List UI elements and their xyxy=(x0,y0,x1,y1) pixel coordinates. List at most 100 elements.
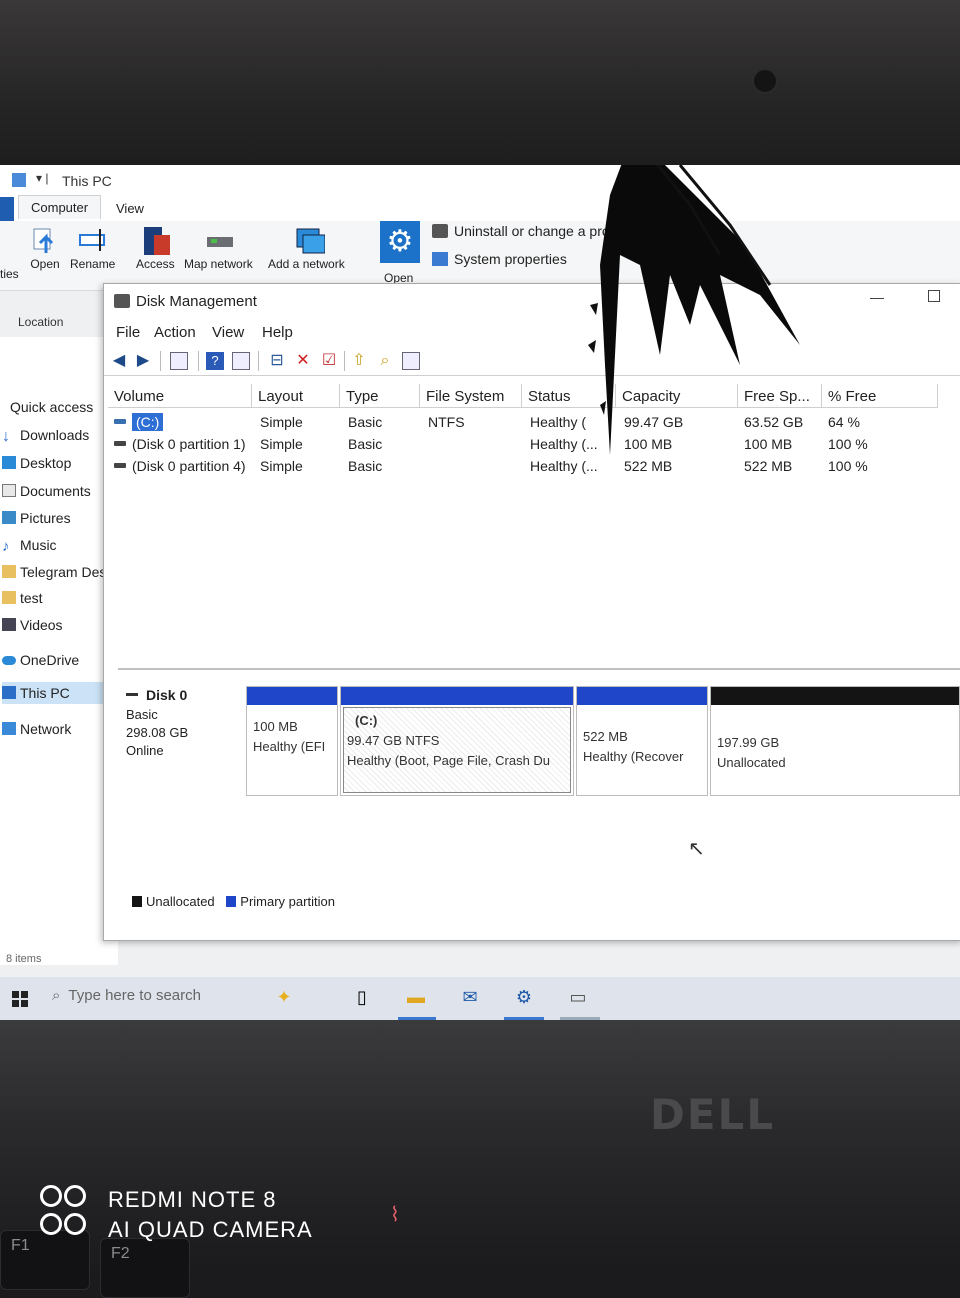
free-space-cell: 522 MB xyxy=(744,458,793,474)
column-header-layout[interactable]: Layout xyxy=(252,384,340,408)
disk-management-taskbar-icon[interactable]: ▭ xyxy=(566,987,590,1009)
type-cell: Basic xyxy=(348,458,383,474)
menu-view[interactable]: View xyxy=(212,324,244,341)
column-header-type[interactable]: Type xyxy=(340,384,420,408)
sidebar-item-music[interactable]: ♪ Music xyxy=(2,537,57,554)
file-explorer-icon[interactable]: ▬ xyxy=(404,987,428,1009)
column-header-volume[interactable]: Volume xyxy=(108,384,252,408)
sidebar-item-onedrive[interactable]: OneDrive xyxy=(2,652,79,668)
status-cell: Healthy (... xyxy=(530,436,598,452)
ribbon-tabs: Computer View xyxy=(0,195,960,223)
partition-bar xyxy=(577,687,707,705)
settings-gear-icon[interactable]: ⚙ xyxy=(380,221,420,263)
system-properties-link[interactable]: System properties xyxy=(432,251,567,267)
back-arrow-icon[interactable]: ◀ xyxy=(110,352,128,370)
capacity-cell: 522 MB xyxy=(624,458,673,474)
tab-computer[interactable]: Computer xyxy=(18,195,102,219)
sidebar-item-downloads[interactable]: ↓ Downloads xyxy=(2,427,90,445)
window-title: Disk Management xyxy=(136,293,257,310)
search-placeholder: Type here to search xyxy=(68,987,201,1004)
document-icon xyxy=(2,484,16,497)
forward-arrow-icon[interactable]: ▶ xyxy=(134,352,152,370)
help-icon[interactable]: ? xyxy=(206,352,224,370)
toolbar: ◀ ▶ ? ⊟ ✕ ☑ ⇧ ⌕ xyxy=(104,346,960,376)
copilot-sparkle-icon[interactable]: ✦ xyxy=(272,987,296,1009)
add-network-location-button[interactable]: Add a network xyxy=(268,225,345,271)
legend-swatch-primary xyxy=(226,896,237,907)
menu-action[interactable]: Action xyxy=(154,324,196,341)
disk-0-label[interactable]: Disk 0 Basic 298.08 GB Online xyxy=(126,686,188,760)
properties-button[interactable]: ties xyxy=(0,267,19,281)
table-row-partition-4[interactable]: (Disk 0 partition 4) xyxy=(114,458,246,474)
table-row-partition-1[interactable]: (Disk 0 partition 1) xyxy=(114,436,246,452)
column-header-free-space[interactable]: Free Sp... xyxy=(738,384,822,408)
tab-view[interactable]: View xyxy=(116,201,144,216)
access-media-button[interactable]: Access xyxy=(136,225,175,271)
folder-up-icon[interactable]: ⇧ xyxy=(350,352,368,370)
sidebar-item-documents[interactable]: Documents xyxy=(2,483,91,499)
menu-bar: File Action View Help xyxy=(104,318,960,344)
taskbar-search-box[interactable]: ⌕ Type here to search xyxy=(52,987,201,1004)
quick-access-dropdown-icon[interactable]: ▾ | xyxy=(36,171,48,185)
sidebar-item-label: Downloads xyxy=(20,427,90,443)
sidebar-item-network[interactable]: Network xyxy=(2,721,71,737)
menu-help[interactable]: Help xyxy=(262,324,293,341)
column-header-percent-free[interactable]: % Free xyxy=(822,384,938,408)
mouse-cursor-icon: ↖ xyxy=(688,838,705,860)
map-network-drive-button[interactable]: Map network xyxy=(184,225,253,271)
ribbon-file-tab[interactable] xyxy=(0,197,14,223)
taskbar: ⌕ Type here to search ✦ ▯ ▬ ✉ ⚙ ▭ xyxy=(0,977,960,1020)
system-properties-label: System properties xyxy=(454,251,567,267)
folder-icon xyxy=(2,591,16,604)
list-view-icon[interactable] xyxy=(402,352,420,370)
sidebar-item-label: Documents xyxy=(20,483,91,499)
disk-management-window: Disk Management File Action View Help ◀ … xyxy=(103,283,960,941)
sidebar-item-videos[interactable]: Videos xyxy=(2,617,63,633)
partition-c[interactable]: (C:) 99.47 GB NTFS Healthy (Boot, Page F… xyxy=(340,686,574,796)
rename-button[interactable]: Rename xyxy=(70,225,115,271)
column-header-capacity[interactable]: Capacity xyxy=(616,384,738,408)
status-cell: Healthy (... xyxy=(530,458,598,474)
mail-icon[interactable]: ✉ xyxy=(458,987,482,1009)
folder-icon xyxy=(2,565,16,578)
connect-drive-icon[interactable]: ⊟ xyxy=(268,352,286,370)
disk-kind: Basic xyxy=(126,707,158,722)
sidebar-item-telegram-desktop[interactable]: Telegram Desl xyxy=(2,564,109,580)
uninstall-program-link[interactable]: Uninstall or change a program xyxy=(432,223,642,239)
free-space-cell: 63.52 GB xyxy=(744,414,804,430)
table-row-c-volume[interactable]: (C:) xyxy=(114,413,164,431)
properties-label: ties xyxy=(0,267,19,281)
volume-icon xyxy=(114,441,126,446)
minimize-button[interactable] xyxy=(870,298,884,299)
column-header-status[interactable]: Status xyxy=(522,384,616,408)
windows-start-icon[interactable] xyxy=(12,991,28,1007)
maximize-button[interactable] xyxy=(928,290,940,302)
task-view-icon[interactable]: ▯ xyxy=(350,987,374,1009)
disk-management-titlebar[interactable]: Disk Management xyxy=(104,284,960,318)
partition-unallocated[interactable]: 197.99 GB Unallocated xyxy=(710,686,960,796)
sidebar-item-desktop[interactable]: Desktop xyxy=(2,455,71,471)
percent-free-cell: 100 % xyxy=(828,458,868,474)
partition-recovery[interactable]: 522 MB Healthy (Recover xyxy=(576,686,708,796)
key-label: F2 xyxy=(111,1245,130,1262)
properties-icon[interactable] xyxy=(232,352,250,370)
show-hide-console-tree-icon[interactable] xyxy=(170,352,188,370)
legend: Unallocated Primary partition xyxy=(128,894,339,909)
sidebar-item-quick-access[interactable]: Quick access xyxy=(2,399,93,415)
checklist-icon[interactable]: ☑ xyxy=(320,352,338,370)
capacity-cell: 99.47 GB xyxy=(624,414,684,430)
sidebar-item-test[interactable]: test xyxy=(2,590,43,606)
sidebar-item-this-pc[interactable]: This PC xyxy=(2,682,118,704)
partition-efi[interactable]: 100 MB Healthy (EFI xyxy=(246,686,338,796)
media-server-icon xyxy=(140,225,171,255)
open-button[interactable]: Open xyxy=(30,225,60,271)
sidebar-item-pictures[interactable]: Pictures xyxy=(2,510,71,526)
watermark-camera: AI QUAD CAMERA xyxy=(108,1217,313,1242)
search-folder-icon[interactable]: ⌕ xyxy=(376,352,394,370)
column-header-file-system[interactable]: File System xyxy=(420,384,522,408)
menu-file[interactable]: File xyxy=(116,324,140,341)
status-bar-item-count: 8 items xyxy=(6,953,42,965)
settings-icon[interactable]: ⚙ xyxy=(512,987,536,1009)
partition-bar xyxy=(711,687,959,705)
delete-icon[interactable]: ✕ xyxy=(294,352,312,370)
